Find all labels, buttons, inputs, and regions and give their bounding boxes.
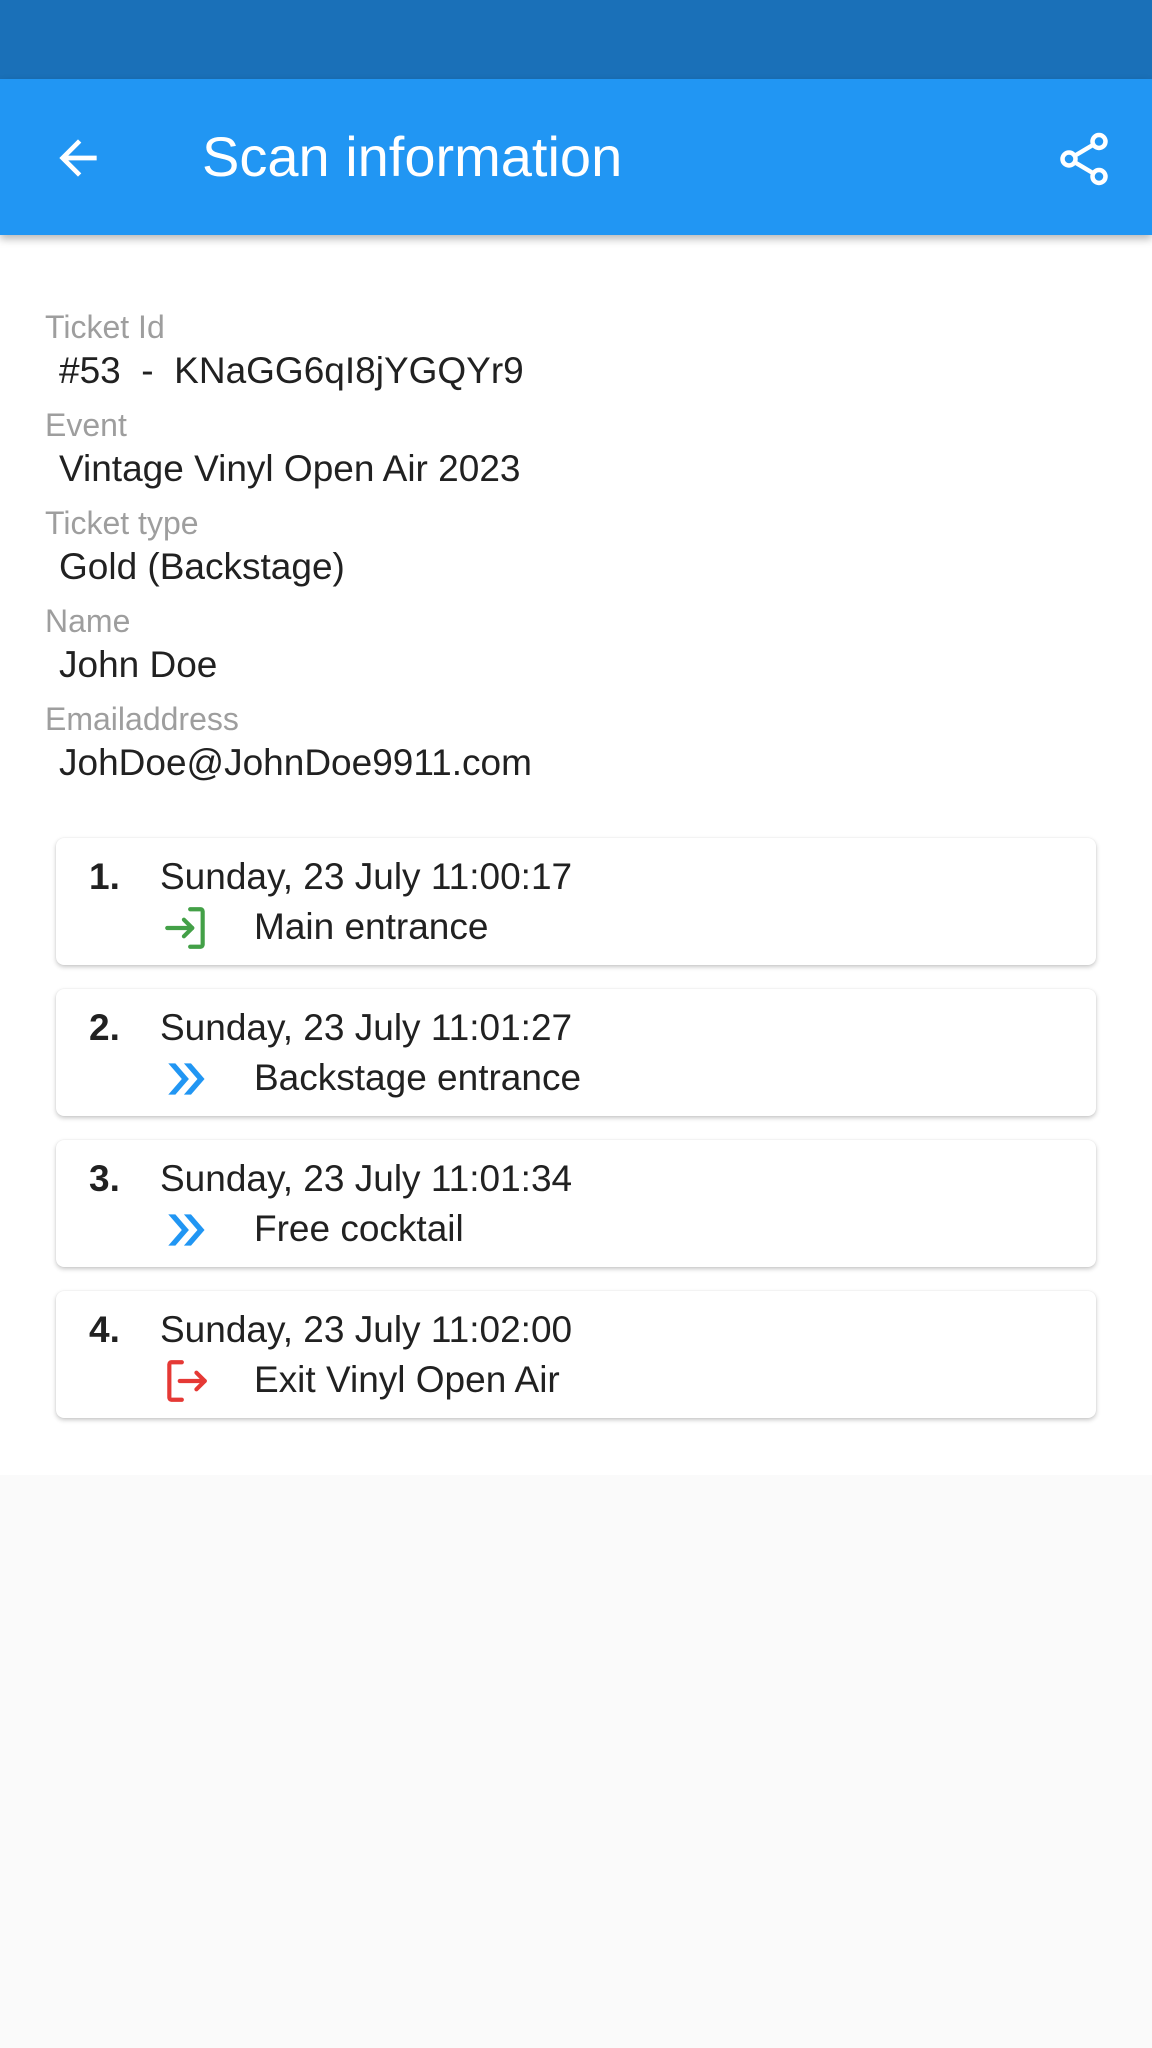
email-label: Emailaddress	[45, 701, 239, 737]
scan-time: Sunday, 23 July 11:02:00	[160, 1309, 573, 1350]
scan-location: Backstage entrance	[254, 1057, 582, 1098]
logout-icon	[160, 1355, 212, 1407]
scan-card-4: 4. Sunday, 23 July 11:02:00 Exit Vinyl O…	[56, 1291, 1096, 1418]
scan-card-3: 3. Sunday, 23 July 11:01:34 Free cocktai…	[56, 1140, 1096, 1267]
scan-details: Ticket Id #53 - KNaGG6qI8jYGQYr9 Event V…	[0, 235, 1152, 1475]
name-label: Name	[45, 603, 131, 639]
scan-index: 4.	[89, 1309, 120, 1350]
scan-location: Free cocktail	[254, 1208, 464, 1249]
email-value: JohDoe@JohnDoe9911.com	[59, 742, 532, 783]
status-bar	[0, 0, 1152, 79]
event-field: Event Vintage Vinyl Open Air 2023	[45, 406, 1105, 492]
app-bar: Scan information	[0, 79, 1152, 235]
ticket-id-field: Ticket Id #53 - KNaGG6qI8jYGQYr9	[45, 308, 1105, 394]
email-field: Emailaddress JohDoe@JohnDoe9911.com	[45, 700, 1105, 786]
ticket-type-label: Ticket type	[45, 505, 199, 541]
arrow-left-icon	[59, 139, 97, 177]
double-chevron-right-icon	[160, 1053, 212, 1105]
scan-index: 3.	[89, 1158, 120, 1199]
scan-index: 2.	[89, 1007, 120, 1048]
back-button[interactable]	[38, 120, 118, 196]
ticket-id-label: Ticket Id	[45, 309, 165, 345]
double-chevron-right-icon	[160, 1204, 212, 1256]
ticket-id-value: #53 - KNaGG6qI8jYGQYr9	[59, 350, 524, 391]
scan-time: Sunday, 23 July 11:01:34	[160, 1158, 573, 1199]
share-icon	[1060, 132, 1108, 186]
event-value: Vintage Vinyl Open Air 2023	[59, 448, 521, 489]
scan-time: Sunday, 23 July 11:01:27	[160, 1007, 573, 1048]
login-icon	[160, 902, 212, 954]
scan-card-1: 1. Sunday, 23 July 11:00:17 Main entranc…	[56, 838, 1096, 965]
name-value: John Doe	[59, 644, 218, 685]
ticket-type-value: Gold (Backstage)	[59, 546, 345, 587]
scan-location: Main entrance	[254, 906, 489, 947]
scan-card-2: 2. Sunday, 23 July 11:01:27 Backstage en…	[56, 989, 1096, 1116]
ticket-type-field: Ticket type Gold (Backstage)	[45, 504, 1105, 590]
share-button[interactable]	[1044, 119, 1124, 199]
scan-time: Sunday, 23 July 11:00:17	[160, 856, 573, 897]
scan-location: Exit Vinyl Open Air	[254, 1359, 560, 1400]
scan-index: 1.	[89, 856, 120, 897]
page-title: Scan information	[202, 125, 623, 188]
name-field: Name John Doe	[45, 602, 1105, 688]
event-label: Event	[45, 407, 127, 443]
